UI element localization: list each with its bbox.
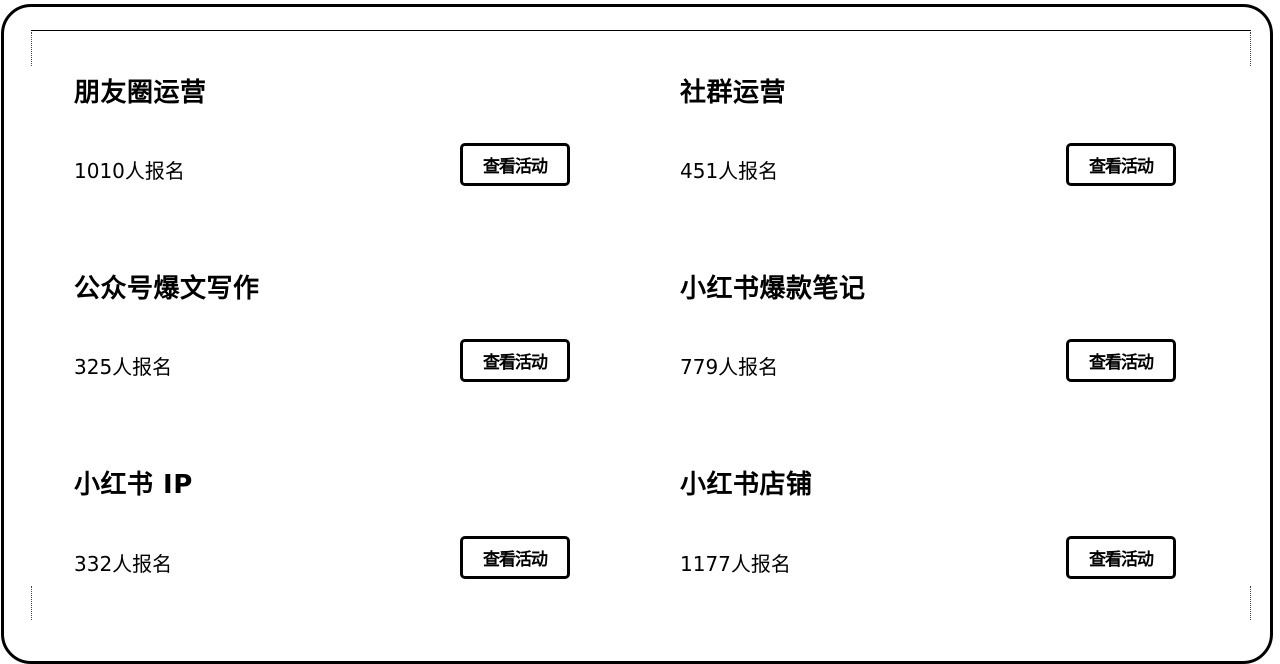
activity-title: 小红书 IP <box>74 470 193 500</box>
view-activity-button-label: 查看活动 <box>483 157 548 177</box>
view-activity-button[interactable]: 查看活动 <box>1066 536 1176 579</box>
activity-title: 社群运营 <box>680 78 787 108</box>
view-activity-button[interactable]: 查看活动 <box>460 143 570 186</box>
signup-count: 332人报名 <box>74 552 173 576</box>
view-activity-button[interactable]: 查看活动 <box>460 339 570 382</box>
view-activity-button-label: 查看活动 <box>1089 157 1154 177</box>
view-activity-button-label: 查看活动 <box>1089 353 1154 373</box>
panel-edge-marker <box>31 586 33 620</box>
activity-title: 小红书爆款笔记 <box>680 274 866 304</box>
signup-count: 1177人报名 <box>680 552 791 576</box>
panel-divider <box>31 30 1251 31</box>
activity-title: 小红书店铺 <box>680 470 813 500</box>
panel-edge-marker <box>1250 586 1252 620</box>
signup-count: 779人报名 <box>680 355 779 379</box>
panel-edge-marker <box>31 32 33 66</box>
view-activity-button[interactable]: 查看活动 <box>1066 143 1176 186</box>
view-activity-button-label: 查看活动 <box>483 550 548 570</box>
activity-title: 公众号爆文写作 <box>74 274 260 304</box>
view-activity-button[interactable]: 查看活动 <box>1066 339 1176 382</box>
signup-count: 325人报名 <box>74 355 173 379</box>
view-activity-button-label: 查看活动 <box>1089 550 1154 570</box>
panel-edge-marker <box>1250 32 1252 66</box>
activity-title: 朋友圈运营 <box>74 78 207 108</box>
view-activity-button-label: 查看活动 <box>483 353 548 373</box>
view-activity-button[interactable]: 查看活动 <box>460 536 570 579</box>
signup-count: 451人报名 <box>680 159 779 183</box>
signup-count: 1010人报名 <box>74 159 185 183</box>
